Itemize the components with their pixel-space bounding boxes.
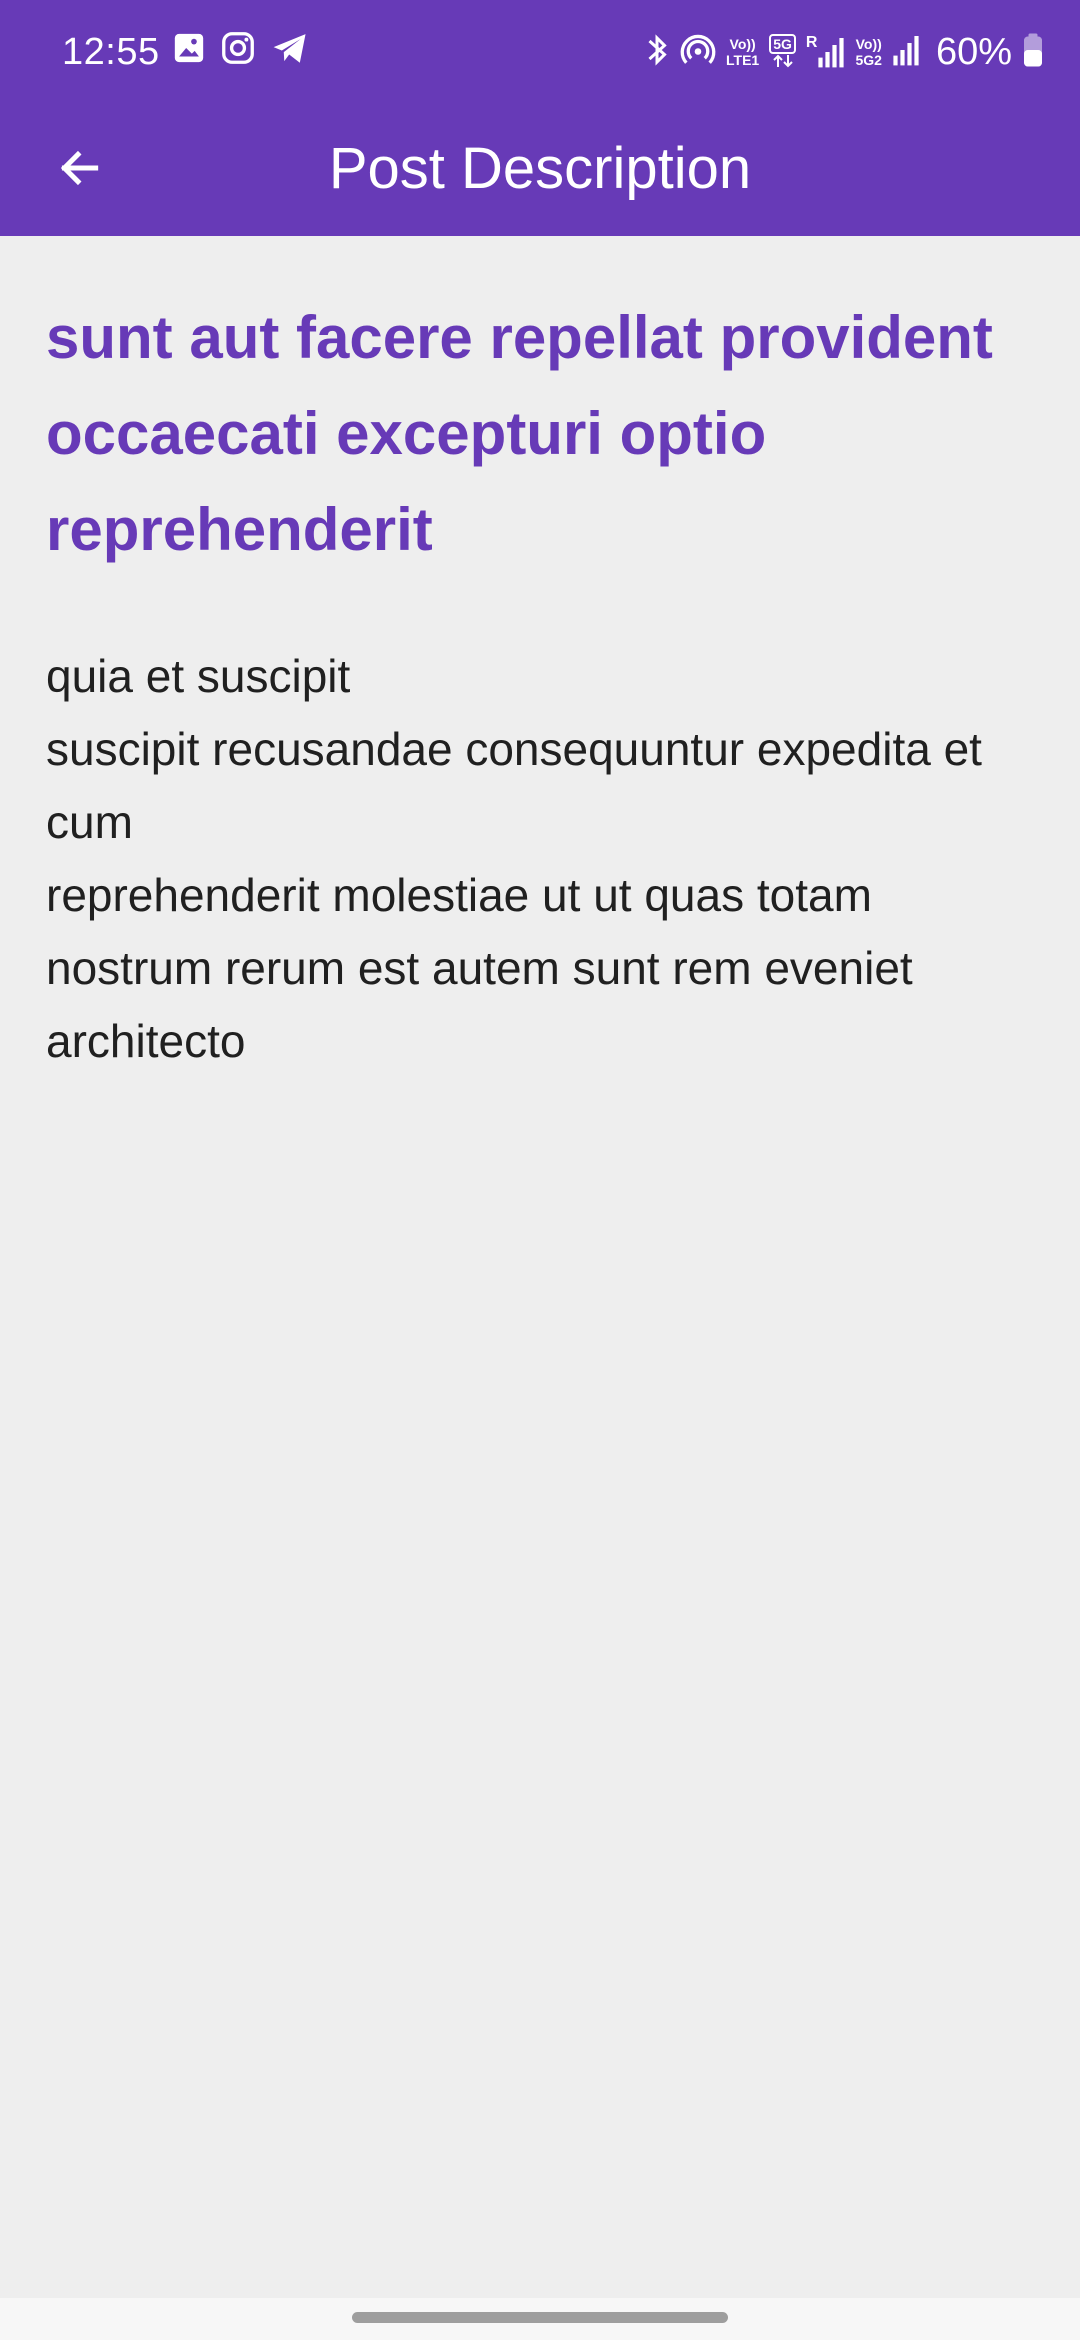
telegram-icon — [270, 30, 310, 71]
home-indicator[interactable] — [352, 2312, 728, 2323]
top-bar: 12:55 Vo)) LTE1 5G R Vo)) 5G2 60% Post D… — [0, 0, 1080, 236]
roaming-label: R — [805, 34, 818, 51]
instagram-icon — [220, 30, 256, 71]
status-notification-icons — [172, 30, 310, 71]
vo5g-top-label: Vo)) — [855, 36, 882, 52]
post-description-screen: 12:55 Vo)) LTE1 5G R Vo)) 5G2 60% Post D… — [0, 0, 1080, 2340]
page-title: Post Description — [328, 136, 752, 201]
volte-bottom-label: LTE1 — [726, 52, 760, 68]
status-time: 12:55 — [62, 31, 160, 73]
battery-icon — [1022, 32, 1044, 73]
gallery-icon — [172, 31, 206, 70]
vo5g-bottom-label: 5G2 — [855, 52, 882, 68]
post-body: quia et suscipit suscipit recusandae con… — [46, 650, 982, 1067]
battery-percent: 60% — [935, 31, 1012, 73]
status-system-icons: Vo)) LTE1 5G R Vo)) 5G2 60% — [644, 24, 1044, 80]
vo5g-icon: Vo)) 5G2 — [855, 36, 881, 68]
5g-icon: 5G — [769, 33, 796, 71]
bluetooth-icon — [644, 32, 670, 73]
signal-icon — [892, 33, 920, 72]
volte-top-label: Vo)) — [729, 36, 756, 52]
app-bar: Post Description — [0, 104, 1080, 236]
signal-icon: R — [806, 35, 846, 69]
post-content: sunt aut facere repellat provident occae… — [46, 236, 1034, 1078]
hotspot-icon — [680, 32, 716, 73]
gesture-nav-bar — [0, 2298, 1080, 2340]
status-bar: 12:55 Vo)) LTE1 5G R Vo)) 5G2 60% — [0, 0, 1080, 104]
data-arrows-icon — [771, 54, 795, 71]
volte-icon: Vo)) LTE1 — [726, 36, 759, 68]
post-title: sunt aut facere repellat provident occae… — [46, 304, 993, 563]
5g-badge: 5G — [769, 33, 796, 54]
